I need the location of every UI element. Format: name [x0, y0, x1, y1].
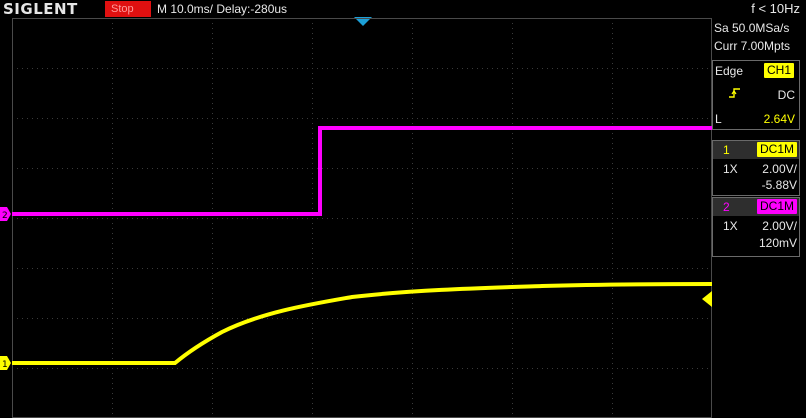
ch2-scale: 2.00V/ [762, 219, 797, 233]
ch2-number: 2 [723, 200, 730, 214]
svg-text:2: 2 [2, 211, 8, 221]
trigger-level-label: L [715, 112, 722, 126]
trigger-settings[interactable]: Edge CH1 DC L 2.64V [712, 60, 800, 130]
ch1-settings[interactable]: 1 DC1M 1X 2.00V/ -5.88V [712, 140, 800, 196]
trigger-source: CH1 [764, 63, 795, 78]
ch2-probe: 1X [723, 219, 738, 233]
ch1-probe: 1X [723, 162, 738, 176]
frequency-counter: f < 10Hz [751, 1, 800, 16]
info-panel: Sa 50.0MSa/s Curr 7.00Mpts Edge CH1 DC L… [712, 18, 806, 418]
sample-rate: Sa 50.0MSa/s [714, 21, 790, 35]
rising-edge-icon [729, 88, 740, 98]
ch1-offset: -5.88V [761, 178, 797, 192]
run-stop-status[interactable]: Stop [105, 1, 151, 17]
svg-text:1: 1 [2, 360, 8, 370]
ch1-scale: 2.00V/ [762, 162, 797, 176]
trigger-level-marker[interactable] [702, 291, 712, 307]
ch2-settings[interactable]: 2 DC1M 1X 2.00V/ 120mV [712, 197, 800, 257]
ch1-offset-marker[interactable]: 1 [0, 356, 12, 370]
memory-depth: Curr 7.00Mpts [714, 39, 791, 53]
ch1-coupling: DC1M [757, 142, 798, 157]
timebase-readout[interactable]: M 10.0ms/ Delay:-280us [157, 0, 287, 18]
trigger-coupling: DC [777, 88, 795, 102]
brand-logo: SIGLENT [3, 0, 78, 18]
ch2-waveform [12, 126, 712, 216]
waveform-display[interactable] [12, 18, 712, 418]
ch2-coupling: DC1M [757, 199, 798, 214]
ch2-offset: 120mV [758, 236, 797, 250]
trigger-level-value: 2.64V [763, 112, 795, 126]
graticule [12, 18, 712, 418]
top-bar: SIGLENT Stop M 10.0ms/ Delay:-280us f < … [0, 0, 806, 18]
ch1-number: 1 [723, 143, 730, 157]
ch1-waveform [12, 282, 712, 365]
trigger-type: Edge [715, 64, 744, 78]
ch2-offset-marker[interactable]: 2 [0, 207, 12, 221]
